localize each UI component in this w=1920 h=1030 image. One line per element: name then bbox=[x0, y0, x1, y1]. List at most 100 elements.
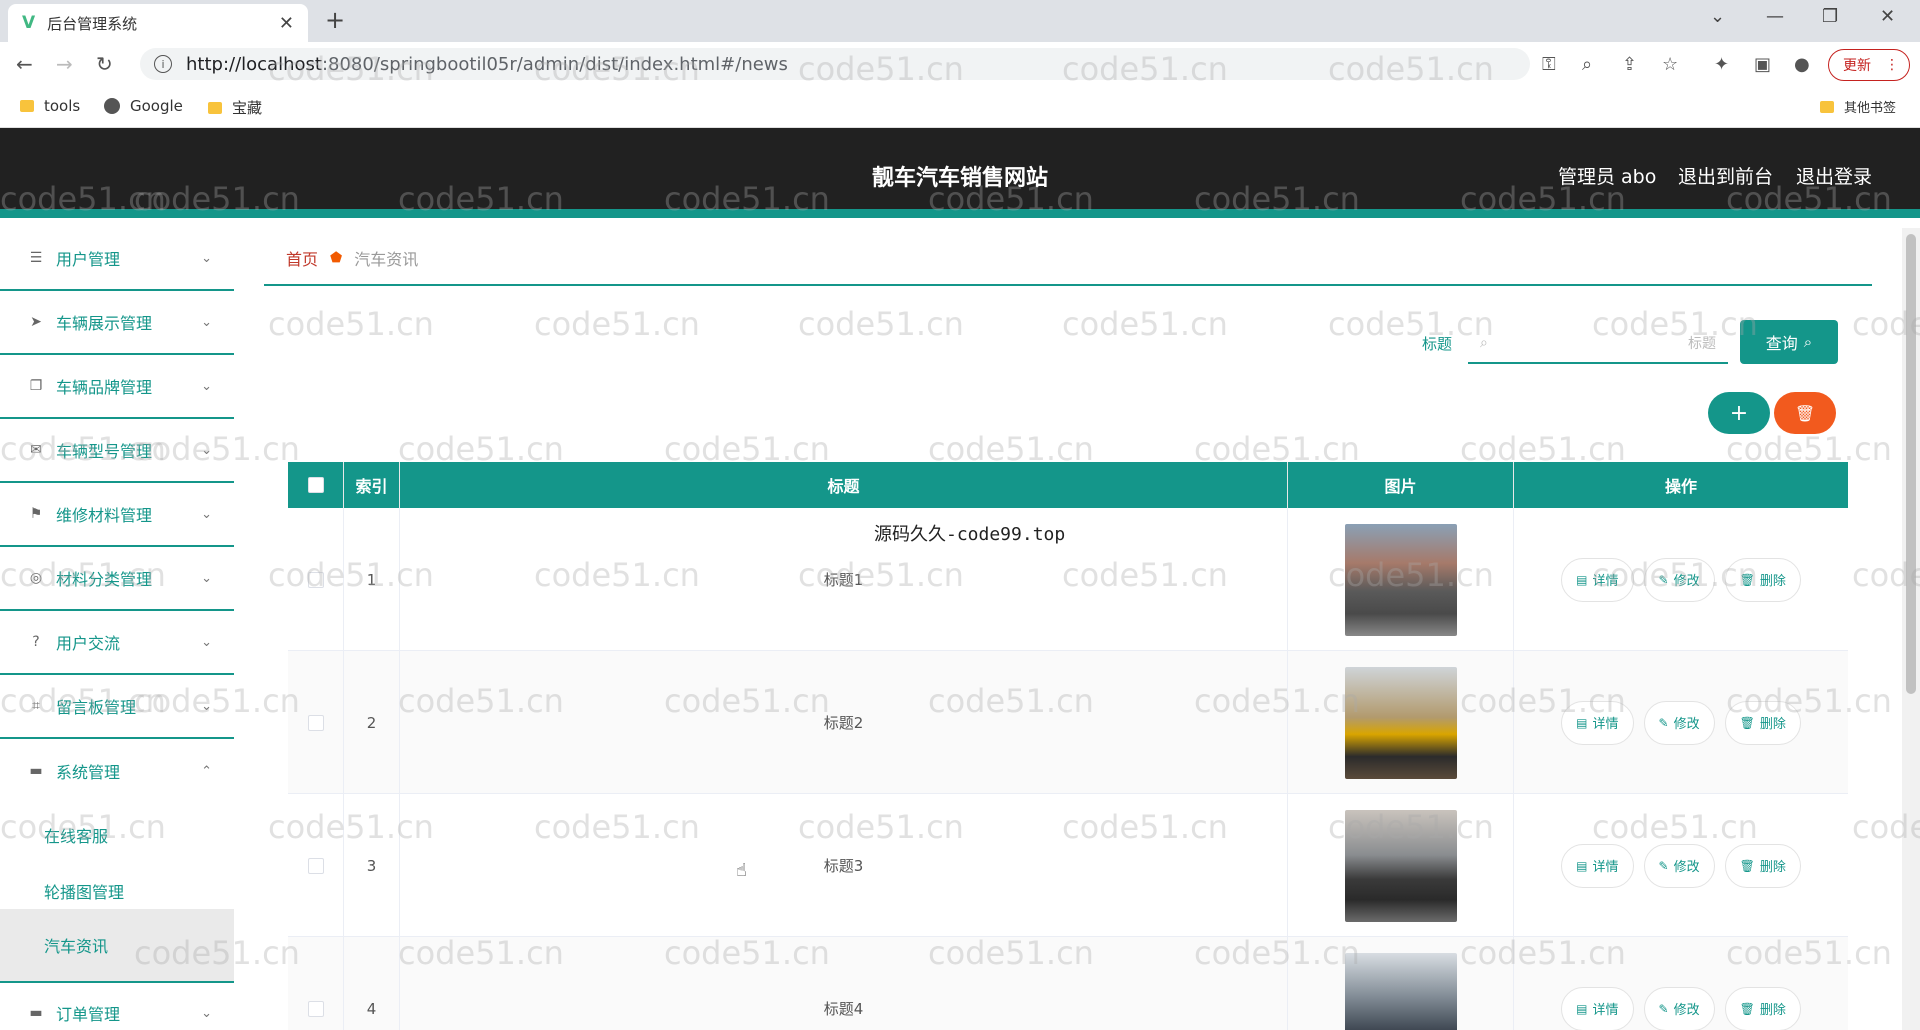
sidebar-item-user[interactable]: ☰ 用户管理 ⌄ bbox=[0, 227, 234, 291]
bookmark-other[interactable]: 其他书签 bbox=[1820, 97, 1896, 116]
car-image bbox=[1344, 523, 1457, 636]
select-all-checkbox[interactable] bbox=[307, 477, 324, 493]
update-button[interactable]: 更新 ⋮ bbox=[1828, 49, 1910, 81]
document-icon: ▤ bbox=[1576, 858, 1588, 873]
header-image: 图片 bbox=[1288, 462, 1514, 508]
site-info-icon[interactable]: i bbox=[154, 55, 172, 73]
tab-search-chevron-icon[interactable]: ⌄ bbox=[1710, 6, 1725, 27]
sidebar-item-order[interactable]: ▬ 订单管理 ⌄ bbox=[0, 981, 234, 1030]
sidebar-item-label: 维修材料管理 bbox=[56, 506, 153, 525]
sidebar-item-label: 留言板管理 bbox=[56, 698, 137, 717]
folder-icon bbox=[1820, 100, 1834, 113]
delete-label: 删除 bbox=[1759, 1003, 1786, 1018]
detail-button[interactable]: ▤ 详情 bbox=[1561, 700, 1634, 745]
forward-icon[interactable]: → bbox=[56, 52, 73, 76]
edit-icon: ✎ bbox=[1658, 572, 1669, 587]
row-checkbox[interactable] bbox=[307, 857, 324, 874]
url-input[interactable]: i http://localhost:8080/springbootil05r/… bbox=[140, 48, 1530, 80]
sidepanel-icon[interactable]: ▣ bbox=[1754, 54, 1771, 75]
back-icon[interactable]: ← bbox=[16, 52, 33, 76]
extensions-icon[interactable]: ✦ bbox=[1714, 54, 1729, 75]
detail-button[interactable]: ▤ 详情 bbox=[1561, 557, 1634, 602]
row-title: 标题2 bbox=[400, 651, 1288, 794]
sidebar-item-vehicle-model[interactable]: ✉ 车辆型号管理 ⌄ bbox=[0, 419, 234, 483]
exit-to-front-link[interactable]: 退出到前台 bbox=[1678, 162, 1773, 189]
sidebar-item-system[interactable]: ▬ 系统管理 ⌃ bbox=[0, 739, 234, 803]
folder-icon bbox=[208, 101, 222, 114]
close-window-icon[interactable]: ✕ bbox=[1880, 6, 1895, 27]
url-host: http://localhost bbox=[186, 53, 322, 75]
row-actions: ▤ 详情 ✎ 修改 🗑 删除 bbox=[1514, 508, 1848, 651]
batch-delete-button[interactable]: 🗑 bbox=[1774, 392, 1836, 434]
query-button[interactable]: 查询 ⌕ bbox=[1740, 320, 1838, 364]
sidebar-item-label: 车辆展示管理 bbox=[56, 314, 153, 333]
row-checkbox[interactable] bbox=[307, 571, 324, 588]
row-select-cell bbox=[288, 651, 344, 794]
share-icon[interactable]: ⇪ bbox=[1622, 54, 1637, 75]
breadcrumb: 首页 ⬟ 汽车资讯 bbox=[264, 232, 1872, 286]
sidebar-item-vehicle-brand[interactable]: ❐ 车辆品牌管理 ⌄ bbox=[0, 355, 234, 419]
plus-icon: + bbox=[1729, 400, 1749, 426]
row-title: 标题1 bbox=[400, 508, 1288, 651]
tab-close-icon[interactable]: ✕ bbox=[279, 13, 294, 34]
delete-button[interactable]: 🗑 删除 bbox=[1724, 986, 1801, 1030]
bookmark-label: Google bbox=[130, 97, 183, 115]
key-icon[interactable]: ⚿ bbox=[1542, 54, 1556, 75]
edit-button[interactable]: ✎ 修改 bbox=[1643, 557, 1715, 602]
bookmark-treasure[interactable]: 宝藏 bbox=[208, 97, 262, 118]
bookmark-star-icon[interactable]: ☆ bbox=[1662, 54, 1678, 75]
row-checkbox[interactable] bbox=[307, 1000, 324, 1017]
table-row: 3 标题3 ▤ 详情 ✎ 修改 🗑 删除 bbox=[288, 794, 1848, 937]
sidebar-item-user-exchange[interactable]: ? 用户交流 ⌄ bbox=[0, 611, 234, 675]
detail-button[interactable]: ▤ 详情 bbox=[1561, 986, 1634, 1030]
compass-icon: ◎ bbox=[29, 570, 43, 586]
search-input[interactable]: ⌕ 标题 bbox=[1468, 324, 1728, 364]
bookmark-google[interactable]: Google bbox=[104, 97, 183, 115]
chat-icon: ▬ bbox=[29, 763, 43, 779]
edit-label: 修改 bbox=[1673, 717, 1700, 732]
sidebar-subitem-car-news[interactable]: 汽车资讯 bbox=[0, 909, 234, 981]
restore-icon[interactable]: ❐ bbox=[1822, 6, 1838, 27]
delete-button[interactable]: 🗑 删除 bbox=[1724, 843, 1801, 888]
sidebar-item-message-board[interactable]: ⌗ 留言板管理 ⌄ bbox=[0, 675, 234, 739]
delete-label: 删除 bbox=[1759, 860, 1786, 875]
watermark: code51.cn bbox=[798, 305, 964, 343]
sidebar-item-material-category[interactable]: ◎ 材料分类管理 ⌄ bbox=[0, 547, 234, 611]
sidebar-item-vehicle-display[interactable]: ➤ 车辆展示管理 ⌄ bbox=[0, 291, 234, 355]
browser-tab[interactable]: V 后台管理系统 ✕ bbox=[8, 4, 308, 42]
profile-icon[interactable]: ● bbox=[1794, 54, 1810, 75]
globe-icon bbox=[104, 98, 120, 114]
new-tab-icon[interactable]: + bbox=[325, 6, 345, 34]
reload-icon[interactable]: ↻ bbox=[96, 52, 113, 76]
edit-button[interactable]: ✎ 修改 bbox=[1643, 700, 1715, 745]
page-scrollbar[interactable] bbox=[1902, 228, 1920, 1030]
scrollbar-thumb[interactable] bbox=[1906, 234, 1916, 694]
breadcrumb-current: 汽车资讯 bbox=[354, 250, 419, 269]
edit-label: 修改 bbox=[1673, 574, 1700, 589]
breadcrumb-home[interactable]: 首页 bbox=[286, 246, 318, 270]
app-header: 靓车汽车销售网站 管理员 abo 退出到前台 退出登录 bbox=[0, 128, 1920, 218]
sidebar: ☰ 用户管理 ⌄ ➤ 车辆展示管理 ⌄ ❐ 车辆品牌管理 ⌄ ✉ 车辆型号管理 ⌄ ⚑ 维修材料管… bbox=[0, 227, 234, 1030]
minimize-icon[interactable]: — bbox=[1766, 6, 1784, 27]
edit-button[interactable]: ✎ 修改 bbox=[1643, 986, 1715, 1030]
trash-icon: 🗑 bbox=[1739, 715, 1755, 730]
vue-logo-icon: V bbox=[22, 13, 36, 33]
crop-icon: ⌗ bbox=[32, 698, 40, 714]
search-icon: ⌕ bbox=[1803, 333, 1813, 351]
browser-tab-bar: V 后台管理系统 ✕ + ⌄ — ❐ ✕ bbox=[0, 0, 1920, 42]
hand-cursor-icon: ☝ bbox=[736, 860, 747, 881]
row-checkbox[interactable] bbox=[307, 714, 324, 731]
delete-button[interactable]: 🗑 删除 bbox=[1724, 700, 1801, 745]
sidebar-subitem-online-service[interactable]: 在线客服 bbox=[0, 807, 234, 863]
zoom-icon[interactable]: ⌕ bbox=[1582, 54, 1592, 75]
add-button[interactable]: + bbox=[1708, 392, 1770, 434]
logout-link[interactable]: 退出登录 bbox=[1796, 162, 1872, 189]
row-index: 4 bbox=[344, 937, 400, 1030]
detail-button[interactable]: ▤ 详情 bbox=[1561, 843, 1634, 888]
header-index: 索引 bbox=[344, 462, 400, 508]
edit-button[interactable]: ✎ 修改 bbox=[1643, 843, 1715, 888]
sidebar-item-repair-material[interactable]: ⚑ 维修材料管理 ⌄ bbox=[0, 483, 234, 547]
bookmark-tools[interactable]: tools bbox=[20, 97, 80, 115]
delete-button[interactable]: 🗑 删除 bbox=[1724, 557, 1801, 602]
row-index: 1 bbox=[344, 508, 400, 651]
